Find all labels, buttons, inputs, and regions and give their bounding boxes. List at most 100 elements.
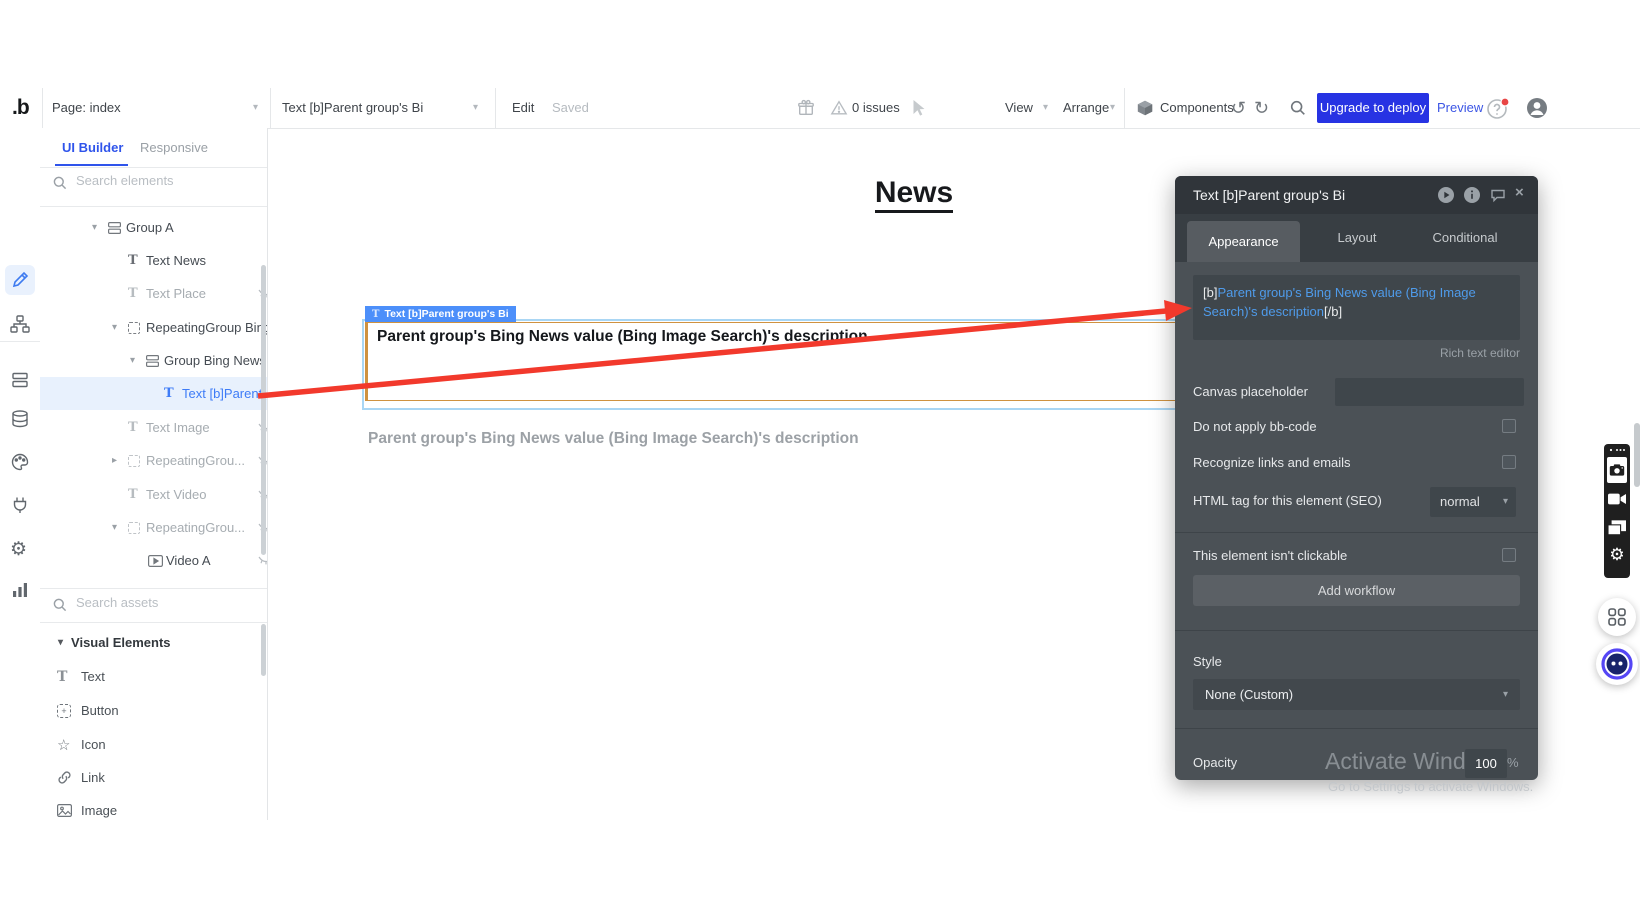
activate-windows-settings-watermark: Go to Settings to activate Windows. <box>1328 779 1533 794</box>
preview-button[interactable]: Preview <box>1437 88 1483 128</box>
chevron-down-icon[interactable]: ▾ <box>253 88 258 128</box>
components-button[interactable]: Components <box>1160 88 1234 128</box>
selected-element-badge[interactable]: TText [b]Parent group's Bi <box>365 306 516 322</box>
style-dropdown[interactable]: None (Custom) ▾ <box>1193 679 1520 710</box>
link-chain-icon <box>57 770 77 785</box>
tab-appearance[interactable]: Appearance <box>1187 221 1300 262</box>
text-element-icon: T <box>128 253 146 268</box>
redo-icon[interactable]: ↻ <box>1254 88 1269 128</box>
tab-layout[interactable]: Layout <box>1302 214 1412 262</box>
search-icon[interactable] <box>1289 99 1307 117</box>
components-cube-icon[interactable] <box>1136 99 1154 117</box>
divider <box>40 622 267 623</box>
text-element-icon: T <box>128 286 146 301</box>
tree-item-video-a[interactable]: Video A <box>40 544 268 577</box>
tree-scrollbar[interactable] <box>261 265 266 555</box>
bubble-logo[interactable]: .b <box>12 88 29 128</box>
page-scrollbar[interactable] <box>1634 423 1640 487</box>
tree-item-text-video[interactable]: T Text Video <box>40 478 268 511</box>
chevron-down-icon[interactable]: ▾ <box>473 88 478 128</box>
palette-item-button[interactable]: + Button <box>40 694 267 727</box>
rich-text-editor-field[interactable]: [b]Parent group's Bing News value (Bing … <box>1193 275 1520 340</box>
avatar[interactable] <box>1526 97 1548 119</box>
arrange-menu[interactable]: Arrange <box>1063 88 1109 128</box>
tree-item-repeatinggroup-bing[interactable]: ▾ RepeatingGroup Bing ... <box>40 311 268 344</box>
rich-text-editor-link[interactable]: Rich text editor <box>1440 346 1520 360</box>
tree-item-text-news[interactable]: T Text News <box>40 244 268 277</box>
panel-header[interactable]: Text [b]Parent group's Bi × <box>1175 176 1538 214</box>
tree-item-text-image[interactable]: T Text Image <box>40 411 268 444</box>
search-elements-input[interactable] <box>74 172 258 189</box>
edit-menu[interactable]: Edit <box>512 88 534 128</box>
html-tag-dropdown[interactable]: normal ▾ <box>1430 487 1516 517</box>
extensions-grid-button[interactable] <box>1598 598 1636 636</box>
assistant-chat-button[interactable] <box>1596 643 1638 685</box>
tab-ui-builder[interactable]: UI Builder <box>62 140 123 155</box>
canvas-placeholder-input[interactable] <box>1335 378 1524 406</box>
settings-gear-icon[interactable]: ⚙ <box>10 540 30 560</box>
add-workflow-button[interactable]: Add workflow <box>1193 575 1520 606</box>
tree-item-repeatinggroup-video[interactable]: ▾ RepeatingGrou... <box>40 511 268 544</box>
windows-capture-icon[interactable] <box>1608 520 1626 538</box>
not-clickable-checkbox[interactable] <box>1502 548 1516 562</box>
search-assets-input[interactable] <box>74 594 258 611</box>
warning-icon <box>830 99 848 117</box>
bb-code-checkbox[interactable] <box>1502 419 1516 433</box>
tree-item-group-bing-news[interactable]: ▾ Group Bing News v... <box>40 344 268 377</box>
palette-item-text[interactable]: T Text <box>40 660 267 693</box>
capture-settings-gear-icon[interactable]: ⚙ <box>1608 546 1626 564</box>
opacity-input[interactable] <box>1465 749 1507 778</box>
issues-counter[interactable]: 0 issues <box>852 88 900 128</box>
tab-conditional[interactable]: Conditional <box>1410 214 1520 262</box>
comment-icon[interactable] <box>1490 187 1506 203</box>
close-icon[interactable]: × <box>1515 184 1531 200</box>
palette-item-image[interactable]: Image <box>40 794 267 820</box>
logs-chart-icon[interactable] <box>10 580 30 600</box>
tab-responsive[interactable]: Responsive <box>140 140 208 155</box>
tree-item-text-place[interactable]: T Text Place <box>40 277 268 310</box>
info-icon[interactable] <box>1464 187 1480 203</box>
html-tag-label: HTML tag for this element (SEO) <box>1193 493 1382 508</box>
cursor-tool-icon[interactable] <box>910 99 927 117</box>
caret-down-icon[interactable]: ▾ <box>130 355 146 366</box>
page-selector[interactable]: Page: index <box>52 88 121 128</box>
chevron-down-icon: ▾ <box>1503 679 1508 710</box>
caret-down-icon[interactable]: ▾ <box>58 637 63 648</box>
chevron-down-icon[interactable]: ▾ <box>1043 88 1048 128</box>
video-record-icon[interactable] <box>1608 492 1626 510</box>
caret-down-icon[interactable]: ▾ <box>112 522 128 533</box>
divider <box>1175 630 1538 631</box>
caret-down-icon[interactable]: ▾ <box>92 222 108 233</box>
tree-item-group-a[interactable]: ▾ Group A <box>40 211 268 244</box>
camera-icon <box>1609 463 1625 477</box>
gift-icon[interactable] <box>797 99 815 117</box>
design-groups-icon[interactable] <box>10 370 30 390</box>
chevron-down-icon[interactable]: ▾ <box>1110 88 1115 128</box>
caret-down-icon[interactable]: ▾ <box>112 322 128 333</box>
element-selector[interactable]: Text [b]Parent group's Bi <box>282 88 423 128</box>
help-icon[interactable] <box>1486 97 1510 121</box>
pencil-icon[interactable] <box>10 270 30 290</box>
repeated-cell-ghost-text: Parent group's Bing News value (Bing Ima… <box>368 430 859 448</box>
divider <box>42 88 43 128</box>
palette-item-link[interactable]: Link <box>40 761 267 794</box>
plugins-icon[interactable] <box>10 495 30 515</box>
workflow-icon[interactable] <box>10 314 30 334</box>
tree-item-repeatinggroup-collapsed[interactable]: ▸ RepeatingGrou... <box>40 444 268 477</box>
assets-scrollbar[interactable] <box>261 624 266 676</box>
run-play-icon[interactable] <box>1438 187 1454 203</box>
visual-elements-header[interactable]: ▾ Visual Elements <box>40 626 267 659</box>
upgrade-to-deploy-button[interactable]: Upgrade to deploy <box>1317 93 1429 123</box>
toolbar-dots-icon[interactable] <box>1609 447 1625 453</box>
styles-palette-icon[interactable] <box>10 452 30 472</box>
recognize-links-checkbox[interactable] <box>1502 455 1516 469</box>
view-menu[interactable]: View <box>1005 88 1033 128</box>
screenshot-tool-tile[interactable] <box>1607 457 1627 483</box>
undo-icon[interactable]: ↺ <box>1231 88 1246 128</box>
hidden-eye-icon[interactable] <box>258 555 268 566</box>
caret-right-icon[interactable]: ▸ <box>112 455 128 466</box>
database-icon[interactable] <box>10 409 30 429</box>
repeating-group-icon <box>128 322 146 334</box>
tree-item-text-parent-group-selected[interactable]: T Text [b]Parent gr... <box>40 377 268 410</box>
palette-item-icon[interactable]: ☆ Icon <box>40 728 267 761</box>
